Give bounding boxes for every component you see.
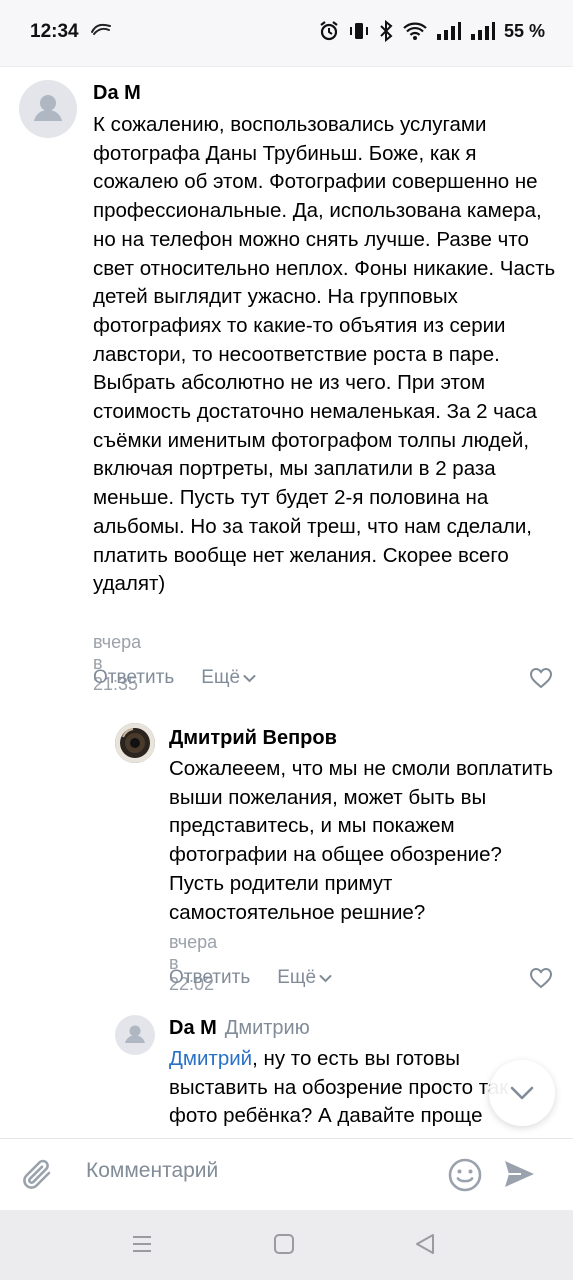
back-button[interactable]	[413, 1232, 437, 1261]
status-time: 12:34	[30, 21, 79, 42]
home-button[interactable]	[272, 1232, 296, 1261]
like-button[interactable]	[529, 967, 553, 994]
wifi-icon	[403, 22, 427, 40]
send-icon	[505, 1161, 534, 1187]
heart-icon	[529, 967, 553, 989]
comment-input[interactable]	[86, 1159, 426, 1183]
chevron-down-icon	[319, 974, 332, 982]
reply-to-label: Дмитрию	[224, 1017, 310, 1039]
signal-icon-2	[470, 22, 495, 40]
more-button[interactable]: Ещё	[277, 967, 332, 989]
reply-button[interactable]: Ответить	[93, 667, 174, 689]
comment-author[interactable]: Da M	[93, 82, 141, 105]
app-notification-icon	[90, 22, 112, 41]
scroll-down-button[interactable]	[489, 1060, 555, 1126]
system-nav-bar	[0, 1210, 573, 1280]
comment-actions: Ответить Ещё	[169, 967, 332, 989]
reply-button[interactable]: Ответить	[169, 967, 250, 989]
user-placeholder-icon	[34, 95, 62, 121]
avatar[interactable]	[19, 80, 77, 138]
smile-icon	[448, 1158, 482, 1192]
battery-level: 55 %	[503, 20, 545, 41]
emoji-button[interactable]	[447, 1157, 483, 1198]
attach-button[interactable]	[20, 1155, 58, 1200]
more-button[interactable]: Ещё	[201, 667, 256, 689]
like-button[interactable]	[529, 667, 553, 694]
vibrate-icon	[349, 23, 368, 39]
status-bar: 12:34 55 %	[0, 0, 573, 66]
comment-text: К сожалению, воспользовались услугами фо…	[93, 113, 556, 596]
divider	[0, 66, 573, 67]
author-name: Da M	[169, 1017, 217, 1039]
back-icon	[416, 1234, 434, 1254]
avatar[interactable]	[115, 723, 155, 763]
mention-link[interactable]: Дмитрий	[169, 1047, 252, 1070]
comment-author[interactable]: Дмитрий Вепров	[169, 727, 337, 750]
menu-icon	[133, 1236, 151, 1252]
comment-author[interactable]: Da M Дмитрию	[169, 1017, 310, 1040]
comment-actions: Ответить Ещё	[93, 667, 256, 689]
more-label: Ещё	[201, 667, 241, 688]
chevron-down-icon	[510, 1086, 534, 1100]
status-icons: 55 %	[318, 20, 545, 42]
comment-text: Сожалееем, что мы не смоли воплатить выш…	[169, 757, 554, 924]
comment-composer	[0, 1138, 573, 1210]
chevron-down-icon	[243, 674, 256, 682]
signal-icon-1	[436, 22, 461, 40]
bluetooth-icon	[380, 20, 393, 42]
heart-icon	[529, 667, 553, 689]
user-placeholder-icon	[125, 1025, 145, 1043]
alarm-icon	[320, 21, 338, 41]
avatar[interactable]	[115, 1015, 155, 1055]
more-label: Ещё	[277, 967, 317, 988]
lens-avatar-image	[115, 723, 155, 763]
home-icon	[274, 1234, 294, 1254]
recent-apps-button[interactable]	[130, 1232, 154, 1261]
send-button[interactable]	[502, 1157, 536, 1196]
paperclip-icon	[23, 1159, 51, 1189]
